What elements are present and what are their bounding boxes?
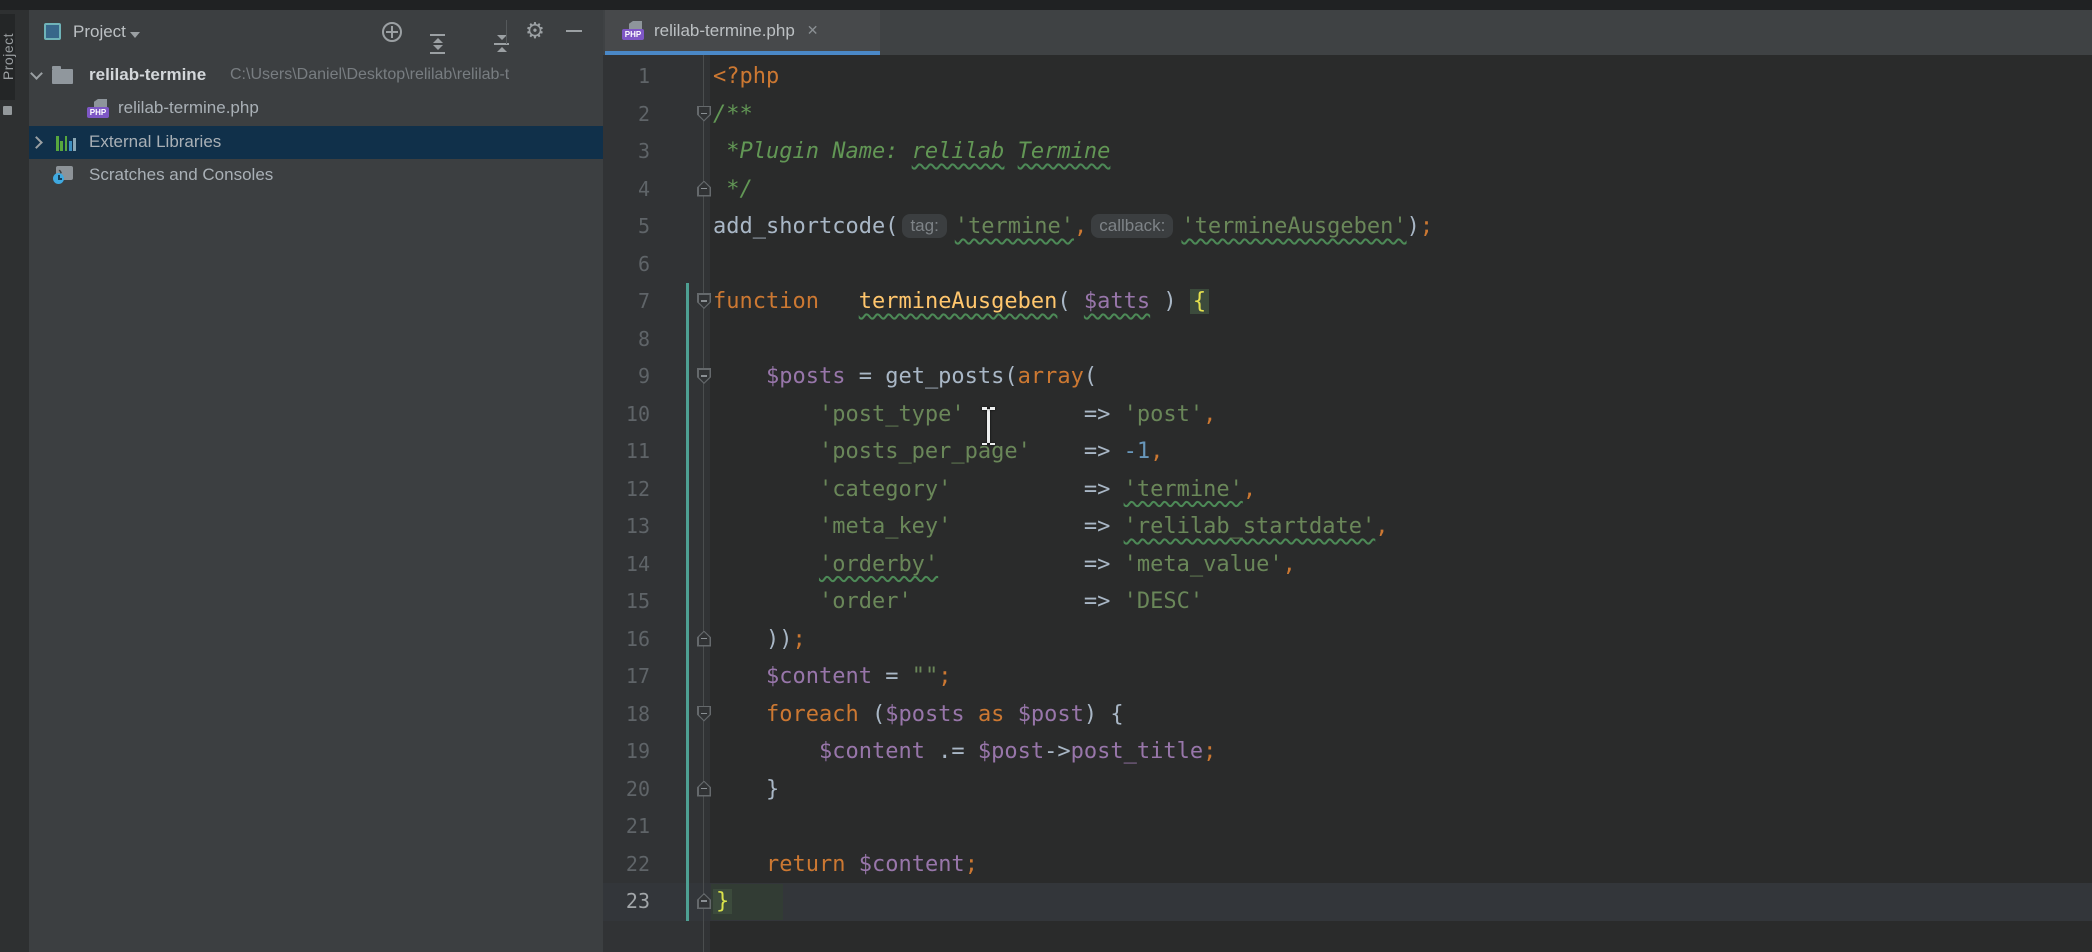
code-editor[interactable]: 1234567891011121314151617181920212223 <?… — [603, 55, 2092, 952]
scratches-icon — [56, 166, 73, 180]
code-line[interactable]: 'post_type' => 'post', — [713, 396, 1433, 434]
close-icon[interactable]: ✕ — [807, 22, 819, 39]
chevron-down-icon[interactable] — [130, 32, 140, 38]
editor-tab-bar: PHP relilab-termine.php ✕ — [603, 10, 2092, 55]
code-line[interactable] — [713, 808, 1433, 846]
stripe-square-icon — [3, 106, 12, 115]
project-stripe-label: Project — [0, 33, 16, 80]
fold-marker-icon[interactable] — [697, 181, 711, 197]
tree-item-label[interactable]: relilab-termine — [89, 65, 206, 85]
project-panel-header: Project ⚙ — [29, 10, 603, 54]
ide-window: Project Project ⚙ — [0, 0, 2092, 952]
code-line[interactable]: foreach ($posts as $post) { — [713, 696, 1433, 734]
fold-marker-icon[interactable] — [697, 293, 711, 309]
code-line[interactable]: )); — [713, 621, 1433, 659]
php-file-icon: PHP — [87, 99, 109, 118]
locate-icon[interactable] — [382, 22, 402, 42]
code-line[interactable]: } — [713, 771, 1433, 809]
folder-icon — [52, 69, 73, 84]
tool-window-stripe: Project — [0, 10, 29, 952]
fold-marker-icon[interactable] — [697, 368, 711, 384]
tree-item-label[interactable]: External Libraries — [89, 132, 221, 152]
tree-item-label[interactable]: relilab-termine.php — [118, 98, 259, 118]
code-line[interactable]: <?php — [713, 58, 1433, 96]
tree-row-project-root[interactable]: relilab-termine C:\Users\Daniel\Desktop\… — [29, 59, 603, 92]
code-line[interactable]: *Plugin Name: relilab Termine — [713, 133, 1433, 171]
code-line[interactable]: return $content; — [713, 846, 1433, 884]
tree-item-label[interactable]: Scratches and Consoles — [89, 165, 273, 185]
code-area[interactable]: <?php/** *Plugin Name: relilab Termine *… — [713, 58, 1433, 921]
project-stripe-button[interactable]: Project — [0, 14, 15, 100]
code-line[interactable]: */ — [713, 171, 1433, 209]
code-line[interactable]: $content = ""; — [713, 658, 1433, 696]
code-line[interactable] — [713, 246, 1433, 284]
tab-label: relilab-termine.php — [654, 21, 795, 41]
code-line[interactable]: $posts = get_posts(array( — [713, 358, 1433, 396]
code-line[interactable]: 'orderby' => 'meta_value', — [713, 546, 1433, 584]
project-panel-title[interactable]: Project — [73, 22, 126, 42]
fold-marker-icon[interactable] — [697, 781, 711, 797]
code-line[interactable]: add_shortcode(tag:'termine',callback:'te… — [713, 208, 1433, 246]
tree-row-scratches[interactable]: Scratches and Consoles — [29, 159, 603, 192]
tab-relilab-termine-php[interactable]: PHP relilab-termine.php ✕ — [605, 10, 880, 55]
code-line[interactable]: /** — [713, 96, 1433, 134]
hide-panel-icon[interactable] — [566, 30, 582, 32]
fold-marker-icon[interactable] — [697, 631, 711, 647]
fold-gutter — [603, 55, 710, 952]
code-line[interactable]: 'meta_key' => 'relilab_startdate', — [713, 508, 1433, 546]
code-line[interactable]: } — [713, 883, 1433, 921]
project-view-icon[interactable] — [44, 23, 61, 40]
window-top-strip — [0, 0, 2092, 10]
header-divider — [506, 20, 507, 44]
project-path: C:\Users\Daniel\Desktop\relilab\relilab-… — [230, 66, 509, 84]
php-file-icon: PHP — [622, 21, 644, 40]
code-line[interactable]: function termineAusgeben( $atts ) { — [713, 283, 1433, 321]
code-line[interactable]: 'category' => 'termine', — [713, 471, 1433, 509]
expand-all-icon[interactable] — [428, 34, 448, 54]
settings-gear-icon[interactable]: ⚙ — [525, 22, 545, 42]
tree-row-external-libraries[interactable]: External Libraries — [29, 126, 603, 159]
fold-marker-icon[interactable] — [697, 706, 711, 722]
code-line[interactable]: $content .= $post->post_title; — [713, 733, 1433, 771]
chevron-down-icon[interactable] — [30, 67, 43, 80]
library-icon — [56, 134, 76, 151]
project-panel: Project ⚙ relilab-termine — [29, 10, 603, 952]
fold-marker-icon[interactable] — [697, 106, 711, 122]
chevron-right-icon[interactable] — [30, 136, 43, 149]
fold-marker-icon[interactable] — [697, 893, 711, 909]
code-line[interactable] — [713, 321, 1433, 359]
tree-row-php-file[interactable]: PHP relilab-termine.php — [29, 92, 603, 125]
text-cursor-pointer — [980, 407, 996, 445]
code-line[interactable]: 'posts_per_page' => -1, — [713, 433, 1433, 471]
code-line[interactable]: 'order' => 'DESC' — [713, 583, 1433, 621]
collapse-all-icon[interactable] — [492, 34, 512, 54]
